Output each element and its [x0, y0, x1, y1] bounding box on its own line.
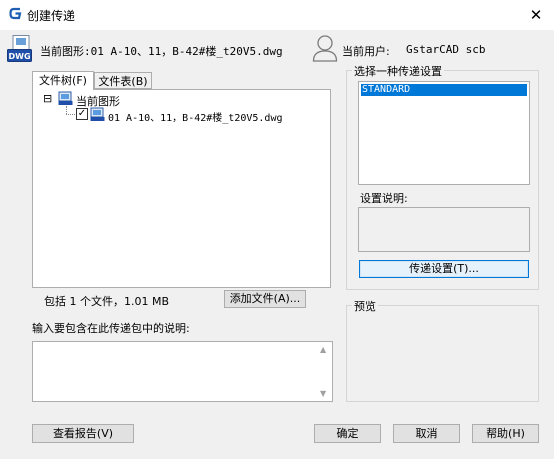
settings-description-box — [358, 207, 530, 252]
settings-list-item[interactable]: STANDARD — [361, 84, 527, 96]
title-bar — [0, 0, 554, 30]
current-drawing-label: 当前图形:01 A-10、11，B-42#楼_t20V5.dwg — [40, 45, 283, 58]
description-label: 输入要包含在此传递包中的说明: — [32, 322, 190, 335]
file-summary: 包括 1 个文件，1.01 MB — [44, 295, 170, 308]
preview-group — [346, 305, 539, 402]
user-icon — [312, 34, 338, 62]
tree-file-label[interactable]: 01 A-10、11，B-42#楼_t20V5.dwg — [108, 109, 283, 124]
preview-group-label: 预览 — [352, 298, 378, 314]
description-scrollbar[interactable]: ▲ ▼ — [317, 342, 332, 401]
transmittal-settings-group-label: 选择一种传递设置 — [352, 63, 444, 79]
add-file-button[interactable]: 添加文件(A)... — [224, 290, 306, 308]
svg-text:DWG: DWG — [8, 52, 30, 61]
tab-file-tree[interactable]: 文件树(F) — [32, 71, 94, 90]
ok-button[interactable]: 确定 — [314, 424, 381, 443]
scroll-up-icon[interactable]: ▲ — [320, 345, 326, 354]
window-title: 创建传递 — [27, 9, 76, 23]
dwg-file-icon: DWG — [7, 35, 34, 63]
drawing-icon — [58, 91, 73, 106]
transmittal-settings-list[interactable] — [358, 81, 530, 185]
transmittal-setups-button[interactable]: 传递设置(T)... — [359, 260, 529, 278]
tree-expander[interactable]: ⊟ — [43, 93, 52, 104]
close-button[interactable]: ✕ — [518, 0, 554, 30]
help-button[interactable]: 帮助(H) — [472, 424, 539, 443]
description-input[interactable] — [32, 341, 333, 402]
drawing-icon — [90, 107, 105, 122]
tab-file-table[interactable]: 文件表(B) — [94, 72, 152, 89]
scroll-down-icon[interactable]: ▼ — [320, 389, 326, 398]
tree-connector — [66, 106, 67, 114]
gstarcad-logo-icon — [9, 7, 22, 20]
current-user-label: 当前用户: — [342, 45, 390, 58]
tree-connector — [66, 114, 75, 115]
cancel-button[interactable]: 取消 — [393, 424, 460, 443]
current-user-name: GstarCAD scb — [406, 43, 486, 56]
settings-description-label: 设置说明: — [360, 192, 408, 205]
view-report-button[interactable]: 查看报告(V) — [32, 424, 134, 443]
file-checkbox[interactable]: ✓ — [76, 108, 88, 120]
